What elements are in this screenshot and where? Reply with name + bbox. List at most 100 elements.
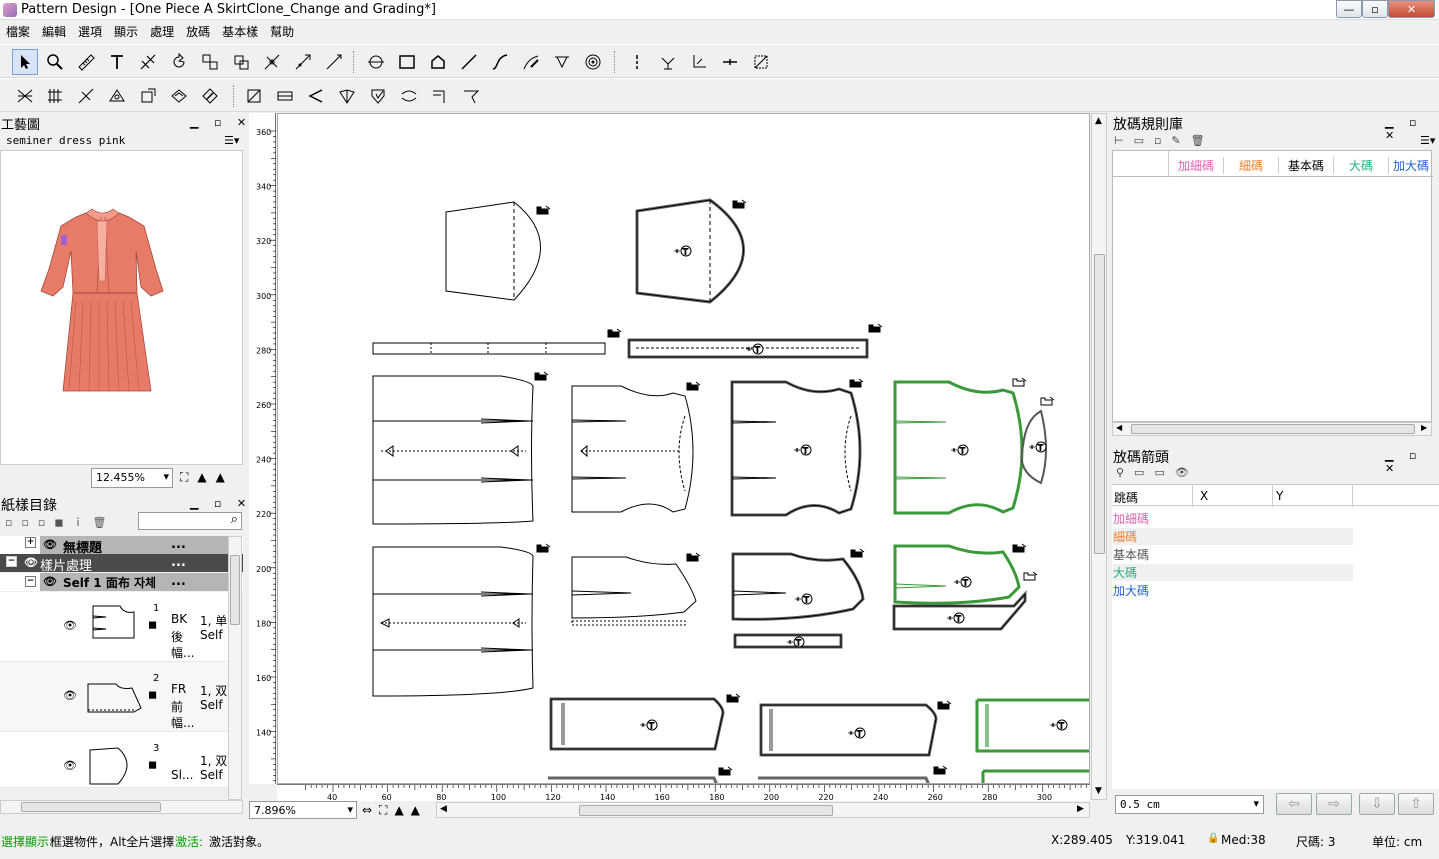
canvas-view-buttons[interactable]: ⇔⛶▲▲ (362, 803, 427, 818)
fold-tool-button[interactable] (42, 83, 68, 109)
menu-help[interactable]: 幫助 (264, 21, 300, 41)
collapse-icon[interactable]: − (6, 556, 17, 567)
menu-grading[interactable]: 放碼 (180, 21, 216, 41)
mitre-tool-button[interactable] (303, 83, 329, 109)
artwork-zoom-select[interactable]: 12.455% ▾ (91, 468, 173, 488)
col-s[interactable]: 細碼 (1224, 157, 1279, 174)
bounding-box-button[interactable] (748, 49, 774, 75)
canvas-vertical-scrollbar[interactable]: ▲ ▼ (1091, 113, 1107, 800)
col-xs[interactable]: 加細碼 (1169, 157, 1224, 174)
scroll-thumb[interactable] (230, 555, 240, 625)
canvas-zoom-select[interactable]: 7.896% ▾ (249, 801, 357, 819)
dart-tool-button[interactable] (549, 49, 575, 75)
pattern-canvas[interactable]: T (277, 113, 1090, 784)
scroll-thumb[interactable] (1094, 254, 1105, 554)
corner-tool-button[interactable] (686, 49, 712, 75)
visibility-eye-icon[interactable]: 👁 (63, 759, 77, 772)
arrow-down-button[interactable]: ⇩ (1359, 793, 1395, 815)
pleat-tool-button[interactable] (12, 83, 38, 109)
catalog-panel-controls[interactable]: ▁ ▫ ✕ (190, 497, 252, 510)
drill-tool-button[interactable] (717, 49, 743, 75)
scroll-right-icon[interactable]: ▶ (1421, 423, 1427, 432)
menu-view[interactable]: 顯示 (108, 21, 144, 41)
tree-row-self-fabric[interactable]: − 👁 Self 1 面布 자체 ... (0, 573, 243, 591)
collapse-icon[interactable]: − (25, 576, 36, 587)
grading-step-select[interactable]: 0.5 cm ▾ (1115, 795, 1264, 814)
arrow-right-button[interactable]: ⇨ (1316, 793, 1352, 815)
grading-arrow-controls[interactable]: ▁ ▫ ✕ (1385, 449, 1439, 475)
piece-row-front[interactable]: 👁 ◼ 2 FR 前 幅... 1, 双 Self (0, 662, 228, 732)
extend-line-button[interactable] (321, 49, 347, 75)
restore-button[interactable]: ▫ (1362, 0, 1388, 18)
menu-process[interactable]: 處理 (144, 21, 180, 41)
rotate-piece-button[interactable] (135, 83, 161, 109)
scroll-up-icon[interactable]: ▲ (1095, 116, 1102, 126)
visibility-eye-icon[interactable]: 👁 (63, 619, 77, 632)
col-l[interactable]: 大碼 (1334, 157, 1389, 174)
slash-spread-button[interactable] (73, 83, 99, 109)
visibility-eye-icon[interactable]: 👁 (24, 556, 38, 569)
catalog-horizontal-scrollbar[interactable] (0, 800, 243, 814)
menu-base-pattern[interactable]: 基本樣 (216, 21, 264, 41)
col-xl[interactable]: 加大碼 (1389, 157, 1433, 174)
seam-allowance-button[interactable] (241, 83, 267, 109)
tree-more[interactable]: ... (171, 574, 186, 589)
arrow-up-button[interactable]: ⇧ (1398, 793, 1434, 815)
artwork-panel-controls[interactable]: ▁ ▫ ✕ (190, 116, 252, 129)
step-cut-button[interactable] (458, 83, 484, 109)
visibility-eye-icon[interactable]: 👁 (43, 575, 57, 588)
flip-seam-button[interactable] (396, 83, 422, 109)
piece-row-back[interactable]: 👁 ◼ 1 BK 後 幅... 1, 单 Self (0, 592, 228, 662)
add-seam-button[interactable] (166, 83, 192, 109)
tree-row-piece-processing[interactable]: − 👁 樣片處理 ... (0, 554, 243, 574)
shield-tool-button[interactable] (365, 83, 391, 109)
scroll-left-icon[interactable]: ◀ (1116, 423, 1122, 432)
measure-tool-button[interactable] (73, 49, 99, 75)
scroll-right-icon[interactable]: ▶ (1077, 804, 1084, 814)
scroll-left-icon[interactable]: ◀ (440, 804, 447, 814)
visibility-eye-icon[interactable]: 👁 (63, 689, 77, 702)
scroll-thumb[interactable] (579, 805, 833, 816)
mirror-tool-button[interactable] (259, 49, 285, 75)
shift-point-button[interactable] (104, 83, 130, 109)
size-row-s[interactable]: 細碼 (1113, 528, 1353, 545)
rectangle-tool-button[interactable] (394, 49, 420, 75)
hem-tool-button[interactable] (272, 83, 298, 109)
tree-row-untitled[interactable]: + 👁 無標題 ... (0, 536, 243, 556)
split-tool-button[interactable] (135, 49, 161, 75)
belt-tool-button[interactable] (334, 83, 360, 109)
tree-more[interactable]: ... (171, 555, 186, 570)
notch-direction-button[interactable] (655, 49, 681, 75)
piece-row-sleeve[interactable]: 👁 ◼ 3 Sl... 1, 双 Self (0, 732, 228, 788)
catalog-search-input[interactable]: ⌕ (138, 512, 242, 530)
catalog-toolbar[interactable]: ▫▫▫◼ｉ🗑 (5, 514, 115, 530)
align-tool-button[interactable] (197, 49, 223, 75)
size-row-l[interactable]: 大碼 (1113, 564, 1353, 581)
scroll-thumb[interactable] (21, 802, 161, 812)
grading-library-hscroll[interactable]: ◀ ▶ (1112, 422, 1432, 436)
artwork-menu-icon[interactable]: ☰▾ (224, 134, 239, 147)
scroll-down-icon[interactable]: ▼ (1095, 786, 1102, 796)
line-tool-button[interactable] (456, 49, 482, 75)
size-row-xs[interactable]: 加細碼 (1113, 510, 1353, 527)
minimize-button[interactable]: — (1336, 0, 1362, 18)
grading-library-toolbar[interactable]: ⊢▭▫✎🗑 (1114, 134, 1215, 147)
circle-tool-button[interactable] (363, 49, 389, 75)
menu-options[interactable]: 選項 (72, 21, 108, 41)
catalog-vertical-scrollbar[interactable] (228, 536, 242, 800)
visibility-eye-icon[interactable]: 👁 (43, 538, 57, 551)
end-cut-button[interactable] (427, 83, 453, 109)
edit-curve-button[interactable] (518, 49, 544, 75)
select-tool-button[interactable] (12, 49, 38, 75)
tree-more[interactable]: ... (171, 537, 186, 552)
size-row-base[interactable]: 基本碼 (1113, 546, 1353, 563)
notch-tool-button[interactable] (624, 49, 650, 75)
point-tool-button[interactable] (290, 49, 316, 75)
canvas-horizontal-scrollbar[interactable]: ◀ ▶ (436, 802, 1090, 818)
arrow-left-button[interactable]: ⇦ (1276, 793, 1312, 815)
expand-icon[interactable]: + (25, 537, 36, 548)
grading-library-menu-icon[interactable]: ☰▾ (1420, 134, 1435, 147)
rotate-tool-button[interactable] (166, 49, 192, 75)
close-button[interactable]: ✕ (1388, 0, 1435, 18)
scroll-thumb[interactable] (1131, 424, 1415, 434)
